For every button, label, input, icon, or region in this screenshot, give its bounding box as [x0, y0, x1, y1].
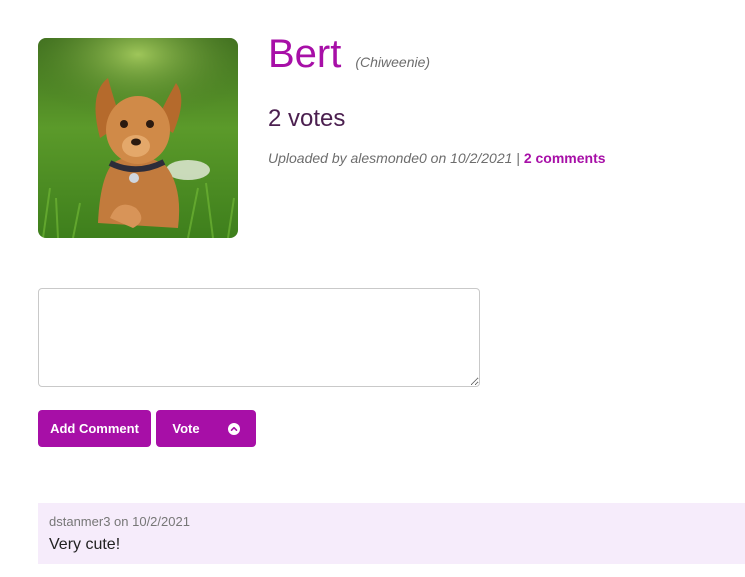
comments-link[interactable]: 2 comments	[524, 150, 606, 166]
comment-item: dstanmer3 on 10/2/2021 Very cute!	[38, 503, 745, 564]
chevron-up-circle-icon	[227, 422, 240, 435]
comment-text: Very cute!	[49, 536, 121, 553]
vote-count: 2 votes	[268, 105, 346, 132]
upload-text: Uploaded by alesmonde0 on 10/2/2021	[268, 150, 513, 166]
pet-detail-page: Bert (Chiweenie) 2 votes Uploaded by ale…	[0, 0, 745, 577]
pet-breed: (Chiweenie)	[355, 54, 431, 70]
vote-button[interactable]: Vote	[156, 410, 256, 447]
vote-button-label: Vote	[172, 421, 200, 436]
title-row: Bert (Chiweenie)	[268, 30, 430, 78]
upload-info: Uploaded by alesmonde0 on 10/2/2021 | 2 …	[268, 149, 606, 167]
comment-meta: dstanmer3 on 10/2/2021	[49, 514, 190, 529]
pet-photo	[38, 38, 238, 238]
meta-separator: |	[516, 150, 520, 166]
add-comment-button[interactable]: Add Comment	[38, 410, 151, 447]
comment-textarea[interactable]	[38, 288, 480, 387]
pet-name: Bert	[268, 32, 342, 76]
